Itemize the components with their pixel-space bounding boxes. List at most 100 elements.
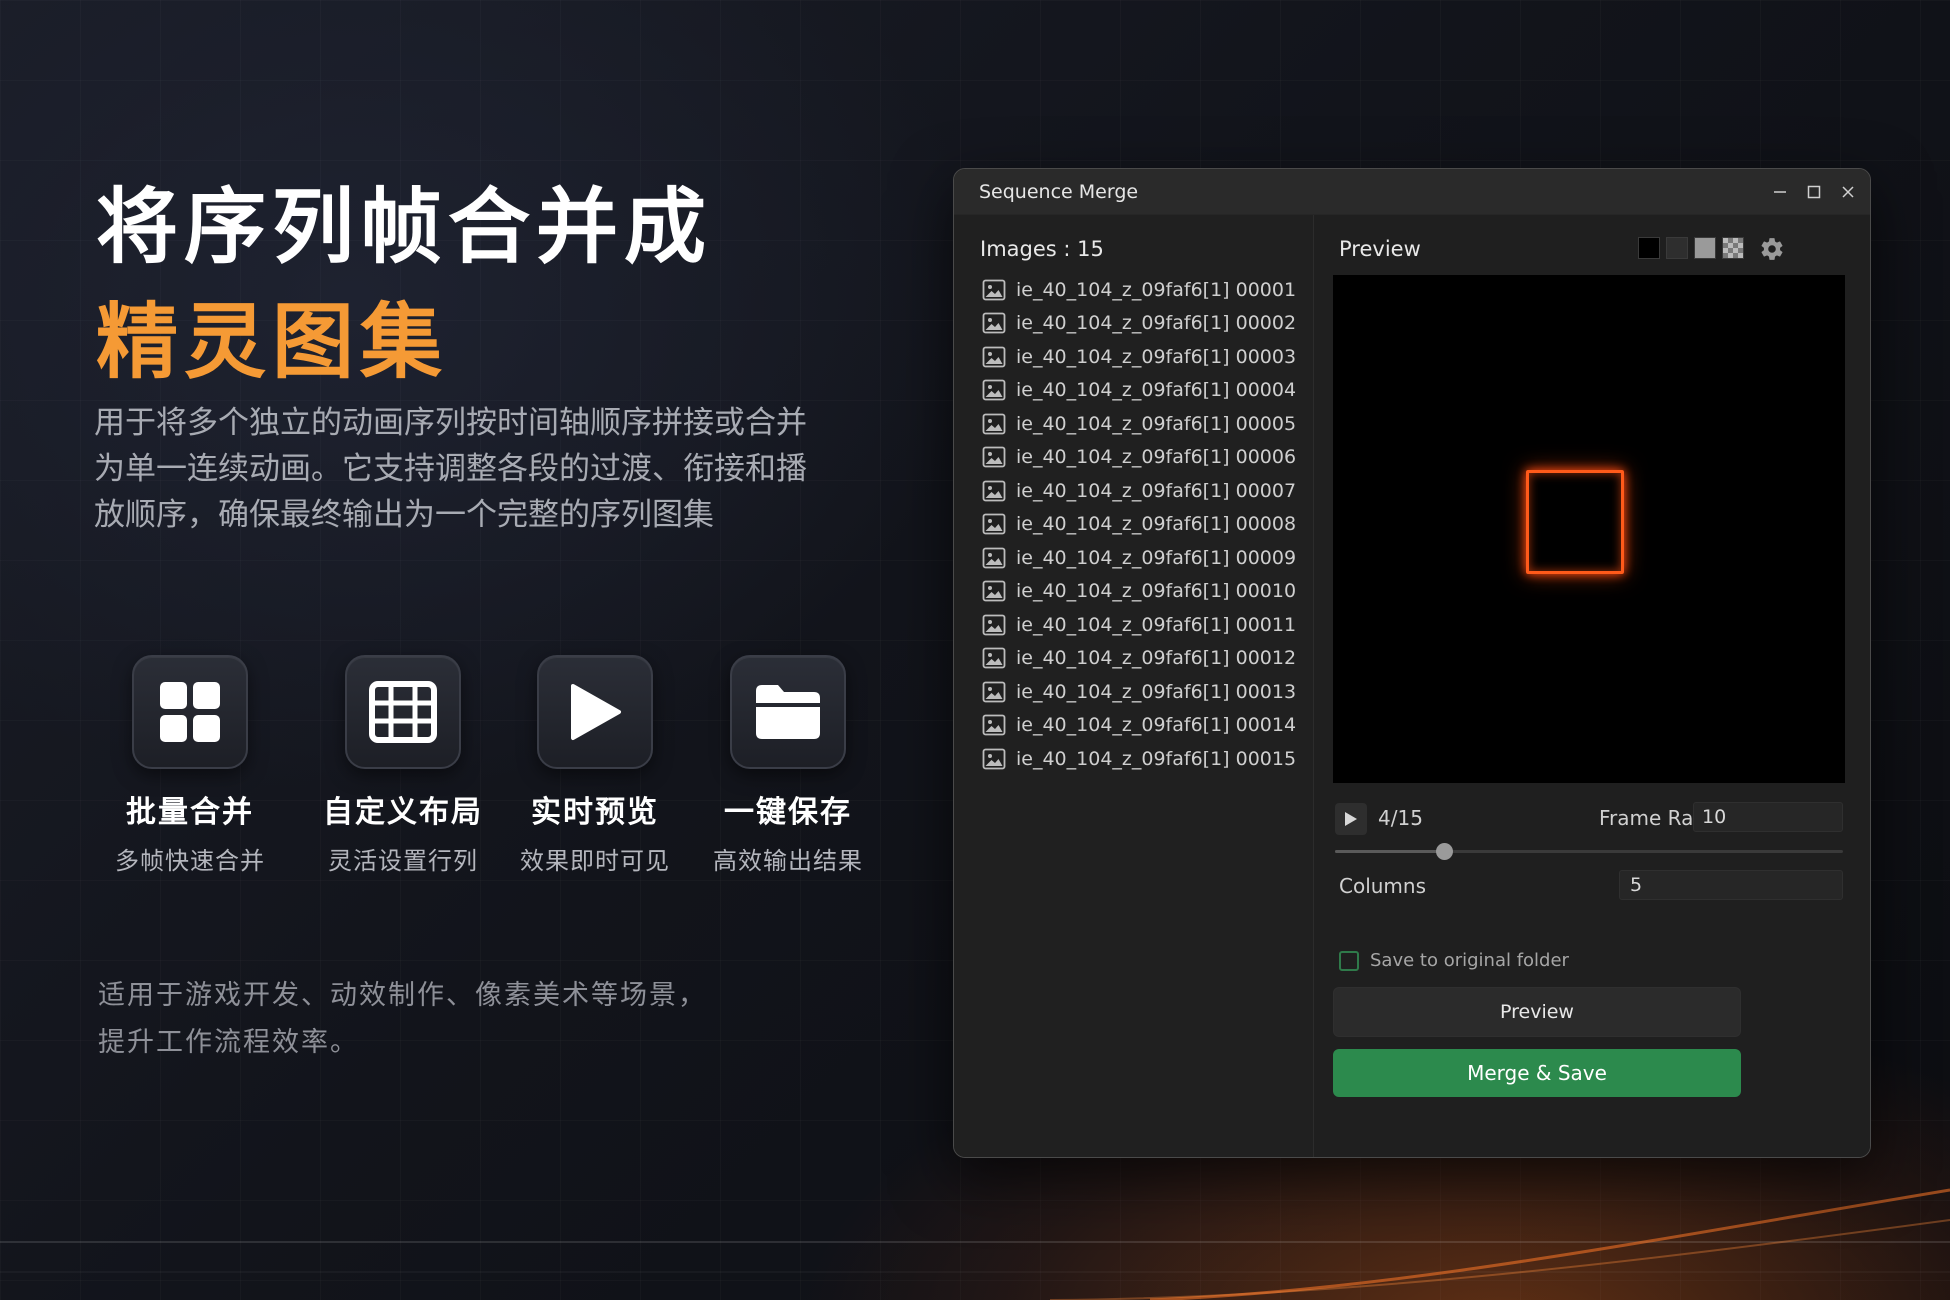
feature-custom-layout: 自定义布局 灵活设置行列: [303, 655, 503, 876]
close-icon: [1842, 186, 1854, 198]
file-list-item[interactable]: ie_40_104_z_09faf6[1] 00006: [982, 441, 1302, 475]
image-file-icon: [982, 413, 1006, 435]
file-name: ie_40_104_z_09faf6[1] 00004: [1016, 379, 1297, 402]
file-list-item[interactable]: ie_40_104_z_09faf6[1] 00001: [982, 273, 1302, 307]
save-to-original-label: Save to original folder: [1370, 950, 1569, 971]
file-name: ie_40_104_z_09faf6[1] 00007: [1016, 479, 1297, 502]
feature-title: 实时预览: [531, 795, 659, 830]
image-file-icon: [982, 513, 1006, 535]
frame-slider-thumb[interactable]: [1435, 843, 1453, 860]
image-file-icon: [982, 748, 1006, 770]
file-list-item[interactable]: ie_40_104_z_09faf6[1] 00012: [982, 642, 1302, 676]
minimize-icon: [1774, 191, 1786, 193]
play-button[interactable]: [1335, 803, 1367, 835]
frame-counter: 4/15: [1378, 806, 1423, 830]
file-name: ie_40_104_z_09faf6[1] 00001: [1016, 278, 1297, 301]
preview-canvas: [1333, 275, 1845, 783]
feature-icon-box: [132, 655, 248, 769]
images-pane: Images : 15 ie_40_104_z_09faf6[1] 00001 i…: [954, 215, 1314, 1157]
sequence-merge-window: Sequence Merge Images : 15 ie_40_104_z_0…: [953, 168, 1871, 1158]
file-list-item[interactable]: ie_40_104_z_09faf6[1] 00011: [982, 608, 1302, 642]
image-file-icon: [982, 379, 1006, 401]
background-swoosh: [0, 1188, 1950, 1300]
window-title: Sequence Merge: [979, 181, 1139, 203]
usage-note-line2: 提升工作流程效率。: [98, 1027, 359, 1058]
save-to-original-checkbox[interactable]: [1339, 951, 1359, 971]
frame-slider[interactable]: [1335, 843, 1843, 860]
file-name: ie_40_104_z_09faf6[1] 00013: [1016, 680, 1297, 703]
image-file-icon: [982, 614, 1006, 636]
close-button[interactable]: [1834, 178, 1862, 206]
preview-button[interactable]: Preview: [1333, 987, 1741, 1037]
image-file-icon: [982, 547, 1006, 569]
feature-one-click-save: 一键保存 高效输出结果: [688, 655, 888, 876]
columns-input[interactable]: [1619, 870, 1843, 900]
feature-title: 批量合并: [126, 795, 254, 830]
grid-2x2-icon: [160, 682, 220, 742]
images-count: Images : 15: [980, 237, 1104, 261]
titlebar: Sequence Merge: [954, 169, 1870, 215]
file-list-item[interactable]: ie_40_104_z_09faf6[1] 00004: [982, 374, 1302, 408]
grid-layout-icon: [369, 681, 437, 743]
settings-button[interactable]: [1759, 236, 1785, 262]
file-list-item[interactable]: ie_40_104_z_09faf6[1] 00015: [982, 742, 1302, 776]
file-name: ie_40_104_z_09faf6[1] 00005: [1016, 412, 1297, 435]
file-list-item[interactable]: ie_40_104_z_09faf6[1] 00005: [982, 407, 1302, 441]
image-file-icon: [982, 647, 1006, 669]
gear-icon: [1761, 238, 1783, 260]
maximize-button[interactable]: [1800, 178, 1828, 206]
image-file-icon: [982, 312, 1006, 334]
file-name: ie_40_104_z_09faf6[1] 00002: [1016, 312, 1297, 335]
folder-icon: [756, 685, 820, 739]
file-list-item[interactable]: ie_40_104_z_09faf6[1] 00003: [982, 340, 1302, 374]
description: 用于将多个独立的动画序列按时间轴顺序拼接或合并为单一连续动画。它支持调整各段的过…: [94, 405, 807, 533]
image-file-icon: [982, 681, 1006, 703]
feature-icon-box: [537, 655, 653, 769]
minimize-button[interactable]: [1766, 178, 1794, 206]
frame-rate-input[interactable]: [1693, 802, 1843, 832]
bg-swatch-black[interactable]: [1638, 237, 1660, 259]
file-list-item[interactable]: ie_40_104_z_09faf6[1] 00007: [982, 474, 1302, 508]
merge-save-button[interactable]: Merge & Save: [1333, 1049, 1741, 1097]
file-list-item[interactable]: ie_40_104_z_09faf6[1] 00014: [982, 709, 1302, 743]
feature-live-preview: 实时预览 效果即时可见: [495, 655, 695, 876]
file-name: ie_40_104_z_09faf6[1] 00008: [1016, 513, 1297, 536]
file-name: ie_40_104_z_09faf6[1] 00011: [1016, 613, 1297, 636]
headline-line2: 精灵图集: [96, 295, 449, 390]
frame-slider-fill: [1335, 850, 1444, 853]
headline-line1: 将序列帧合并成: [96, 180, 713, 275]
bg-swatch-checker[interactable]: [1722, 237, 1744, 259]
feature-subtitle: 效果即时可见: [520, 847, 670, 875]
file-list-item[interactable]: ie_40_104_z_09faf6[1] 00002: [982, 307, 1302, 341]
play-icon: [571, 684, 621, 740]
columns-label: Columns: [1339, 874, 1427, 898]
feature-icon-box: [345, 655, 461, 769]
feature-batch-merge: 批量合并 多帧快速合并: [90, 655, 290, 876]
feature-title: 一键保存: [724, 795, 852, 830]
sprite-frame-preview: [1526, 470, 1624, 574]
file-name: ie_40_104_z_09faf6[1] 00010: [1016, 580, 1297, 603]
image-file-icon: [982, 446, 1006, 468]
usage-note-line1: 适用于游戏开发、动效制作、像素美术等场景，: [98, 980, 707, 1011]
file-list-item[interactable]: ie_40_104_z_09faf6[1] 00010: [982, 575, 1302, 609]
file-name: ie_40_104_z_09faf6[1] 00006: [1016, 446, 1297, 469]
file-name: ie_40_104_z_09faf6[1] 00009: [1016, 546, 1297, 569]
feature-list: 批量合并 多帧快速合并 自定义布局 灵活设置行列 实时预览 效果即时可见 一键保…: [90, 655, 910, 875]
image-file-icon: [982, 279, 1006, 301]
image-file-icon: [982, 480, 1006, 502]
file-list-item[interactable]: ie_40_104_z_09faf6[1] 00008: [982, 508, 1302, 542]
bg-swatch-light-gray[interactable]: [1694, 237, 1716, 259]
preview-pane: Preview 4/15 Frame Rate Columns Save to …: [1315, 215, 1870, 1157]
file-list-item[interactable]: ie_40_104_z_09faf6[1] 00009: [982, 541, 1302, 575]
feature-title: 自定义布局: [323, 795, 483, 830]
play-icon: [1345, 812, 1357, 826]
file-name: ie_40_104_z_09faf6[1] 00014: [1016, 714, 1297, 737]
usage-note: 适用于游戏开发、动效制作、像素美术等场景， 提升工作流程效率。: [98, 972, 818, 1066]
file-list-item[interactable]: ie_40_104_z_09faf6[1] 00013: [982, 675, 1302, 709]
feature-subtitle: 灵活设置行列: [328, 847, 478, 875]
image-file-list: ie_40_104_z_09faf6[1] 00001 ie_40_104_z_0…: [982, 273, 1302, 776]
image-file-icon: [982, 346, 1006, 368]
bg-swatch-dark-gray[interactable]: [1666, 237, 1688, 259]
image-file-icon: [982, 714, 1006, 736]
image-file-icon: [982, 580, 1006, 602]
